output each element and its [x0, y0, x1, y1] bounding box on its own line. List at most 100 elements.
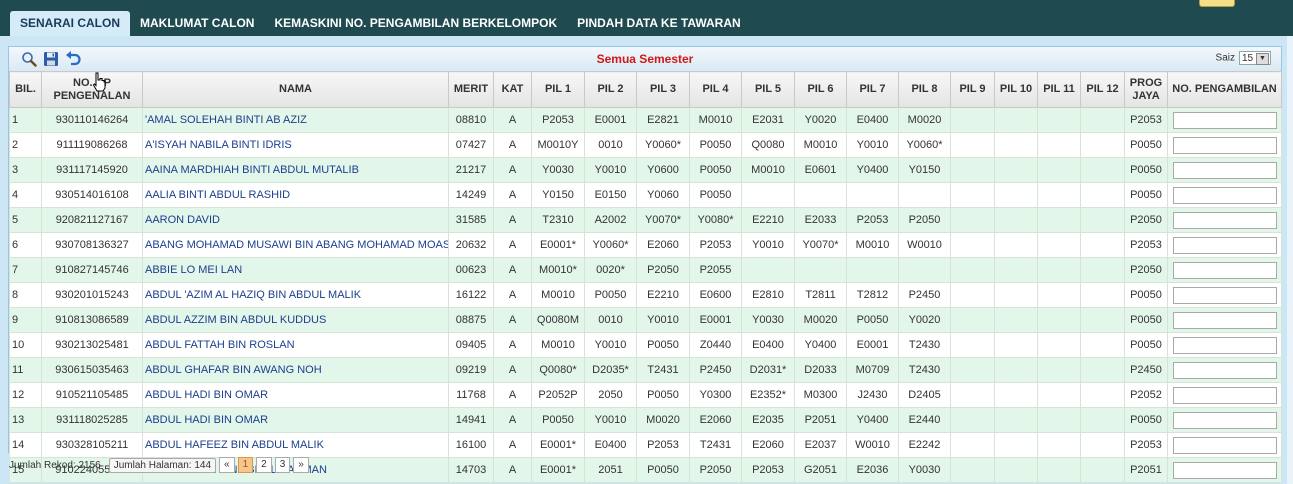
col-pil-7[interactable]: PIL 7: [846, 71, 899, 108]
table-row[interactable]: 3 931117145920 AAINA MARDHIAH BINTI ABDUL …: [9, 157, 1282, 183]
cell-pil-1: P0050: [531, 407, 585, 433]
cell-pil-8: Y0060*: [898, 132, 951, 158]
cell-no-kp: 930514016108: [41, 182, 143, 208]
cell-nama-link[interactable]: ABDUL HADI BIN OMAR: [142, 382, 449, 408]
cell-nama-link[interactable]: AALIA BINTI ABDUL RASHID: [142, 182, 449, 208]
cell-merit: 31585: [448, 207, 494, 233]
col-pil-11[interactable]: PIL 11: [1037, 71, 1081, 108]
no-pengambilan-input[interactable]: [1172, 261, 1277, 279]
table-row[interactable]: 12 910521105485 ABDUL HADI BIN OMAR 11768 A P…: [9, 382, 1282, 408]
col-pil-3[interactable]: PIL 3: [636, 71, 690, 108]
cell-nama-link[interactable]: ABDUL HAFEEZ BIN ABDUL MALIK: [142, 432, 449, 458]
cell-nama-link[interactable]: AAINA MARDHIAH BINTI ABDUL MUTALIB: [142, 157, 449, 183]
col-pil-8[interactable]: PIL 8: [898, 71, 951, 108]
cell-merit: 11768: [448, 382, 494, 408]
no-pengambilan-input[interactable]: [1172, 111, 1277, 129]
cell-pil-12: [1080, 357, 1125, 383]
tab-senarai-calon[interactable]: SENARAI CALON: [10, 11, 131, 36]
cell-nama-link[interactable]: AARON DAVID: [142, 207, 449, 233]
table-row[interactable]: 14 930328105211 ABDUL HAFEEZ BIN ABDUL MAL…: [9, 432, 1282, 458]
no-pengambilan-input[interactable]: [1172, 436, 1277, 454]
cell-pil-1: Y0150: [531, 182, 585, 208]
col-pil-4[interactable]: PIL 4: [689, 71, 742, 108]
col-merit[interactable]: MERIT: [448, 71, 494, 108]
cell-nama-link[interactable]: ABDUL FATTAH BIN ROSLAN: [142, 332, 449, 358]
page-3-button[interactable]: 3: [274, 457, 291, 473]
cell-no-kp: 930615035463: [41, 357, 143, 383]
cell-pil-11: [1037, 407, 1081, 433]
page-2-button[interactable]: 2: [256, 457, 272, 473]
cell-no-kp: 910521105485: [41, 382, 143, 408]
cell-no-kp: 910813086589: [41, 307, 143, 333]
page-1-button[interactable]: 1: [237, 457, 254, 473]
cell-pil-1: E0001*: [531, 232, 585, 258]
no-pengambilan-input[interactable]: [1172, 336, 1277, 354]
cell-pil-2: Y0010: [584, 332, 637, 358]
table-row[interactable]: 1 930110146264 'AMAL SOLEHAH BINTI AB AZIZ…: [9, 107, 1282, 133]
table-row[interactable]: 7 910827145746 ABBIE LO MEI LAN 00623 A M0010…: [9, 257, 1282, 283]
col-prog-jaya[interactable]: PROG JAYA: [1124, 71, 1168, 108]
corner-tab-indicator[interactable]: [1199, 0, 1235, 7]
tab-maklumat-calon[interactable]: MAKLUMAT CALON: [130, 11, 264, 36]
chevron-down-icon[interactable]: ▼: [1256, 53, 1269, 65]
no-pengambilan-input[interactable]: [1172, 311, 1277, 329]
col-pil-10[interactable]: PIL 10: [994, 71, 1038, 108]
no-pengambilan-input[interactable]: [1172, 161, 1277, 179]
cell-nama-link[interactable]: ABDUL AZZIM BIN ABDUL KUDDUS: [142, 307, 449, 333]
table-row[interactable]: 13 931118025285 ABDUL HADI BIN OMAR 14941 A P…: [9, 407, 1282, 433]
col-pil-1[interactable]: PIL 1: [531, 71, 585, 108]
col-pil-6[interactable]: PIL 6: [794, 71, 847, 108]
table-row[interactable]: 11 930615035463 ABDUL GHAFAR BIN AWANG NOH…: [9, 357, 1282, 383]
col-no-pengambilan[interactable]: NO. PENGAMBILAN: [1167, 71, 1282, 108]
no-pengambilan-input[interactable]: [1172, 411, 1277, 429]
cell-nama-link[interactable]: ABDUL 'AZIM AL HAZIQ BIN ABDUL MALIK: [142, 282, 449, 308]
table-row[interactable]: 4 930514016108 AALIA BINTI ABDUL RASHID 142…: [9, 182, 1282, 208]
prev-page-button[interactable]: «: [219, 457, 235, 473]
table-row[interactable]: 10 930213025481 ABDUL FATTAH BIN ROSLAN 094…: [9, 332, 1282, 358]
cell-merit: 07427: [448, 132, 494, 158]
table-row[interactable]: 8 930201015243 ABDUL 'AZIM AL HAZIQ BIN AB…: [9, 282, 1282, 308]
cell-nama-link[interactable]: ABBIE LO MEI LAN: [142, 257, 449, 283]
cell-pil-12: [1080, 157, 1125, 183]
cell-pil-8: Y0020: [898, 307, 951, 333]
no-pengambilan-input[interactable]: [1172, 461, 1277, 479]
tab-pindah-data[interactable]: PINDAH DATA KE TAWARAN: [567, 11, 751, 36]
no-pengambilan-input[interactable]: [1172, 236, 1277, 254]
page-size-select[interactable]: 15 ▼: [1239, 51, 1271, 65]
cell-bil: 7: [9, 257, 42, 283]
cell-pil-3: E2060: [636, 232, 690, 258]
no-pengambilan-input[interactable]: [1172, 136, 1277, 154]
table-row[interactable]: 2 911119086268 A'ISYAH NABILA BINTI IDRIS 0…: [9, 132, 1282, 158]
cell-nama-link[interactable]: ABANG MOHAMAD MUSAWI BIN ABANG MOHAMAD M…: [142, 232, 449, 258]
cell-pil-12: [1080, 182, 1125, 208]
next-page-button[interactable]: »: [293, 457, 309, 473]
col-pil-12[interactable]: PIL 12: [1080, 71, 1125, 108]
cell-no-pengambilan: [1167, 357, 1282, 383]
cell-pil-4: E0600: [689, 282, 742, 308]
tab-kemaskini-no-pengambilan[interactable]: KEMASKINI NO. PENGAMBILAN BERKELOMPOK: [264, 11, 567, 36]
col-pil-9[interactable]: PIL 9: [950, 71, 995, 108]
table-row[interactable]: 9 910813086589 ABDUL AZZIM BIN ABDUL KUDDU…: [9, 307, 1282, 333]
no-pengambilan-input[interactable]: [1172, 361, 1277, 379]
col-bil[interactable]: BIL.: [9, 71, 42, 108]
no-pengambilan-input[interactable]: [1172, 386, 1277, 404]
col-pil-2[interactable]: PIL 2: [584, 71, 637, 108]
col-pil-5[interactable]: PIL 5: [741, 71, 795, 108]
cell-nama-link[interactable]: A'ISYAH NABILA BINTI IDRIS: [142, 132, 449, 158]
cell-nama-link[interactable]: ABDUL HADI BIN OMAR: [142, 407, 449, 433]
cell-pil-2: 2050: [584, 382, 637, 408]
cell-pil-3: M0020: [636, 407, 690, 433]
cell-nama-link[interactable]: ABDUL GHAFAR BIN AWANG NOH: [142, 357, 449, 383]
cell-pil-1: Q0080*: [531, 357, 585, 383]
cell-kat: A: [493, 457, 532, 483]
cell-prog-jaya: P2450: [1124, 357, 1168, 383]
jumlah-halaman-button[interactable]: Jumlah Halaman: 144: [108, 457, 217, 473]
no-pengambilan-input[interactable]: [1172, 211, 1277, 229]
no-pengambilan-input[interactable]: [1172, 286, 1277, 304]
col-kat[interactable]: KAT: [493, 71, 532, 108]
table-row[interactable]: 5 920821127167 AARON DAVID 31585 A T2310 A2002…: [9, 207, 1282, 233]
no-pengambilan-input[interactable]: [1172, 186, 1277, 204]
cell-nama-link[interactable]: 'AMAL SOLEHAH BINTI AB AZIZ: [142, 107, 449, 133]
col-nama[interactable]: NAMA: [142, 71, 449, 108]
table-row[interactable]: 6 930708136327 ABANG MOHAMAD MUSAWI BIN AB…: [9, 232, 1282, 258]
